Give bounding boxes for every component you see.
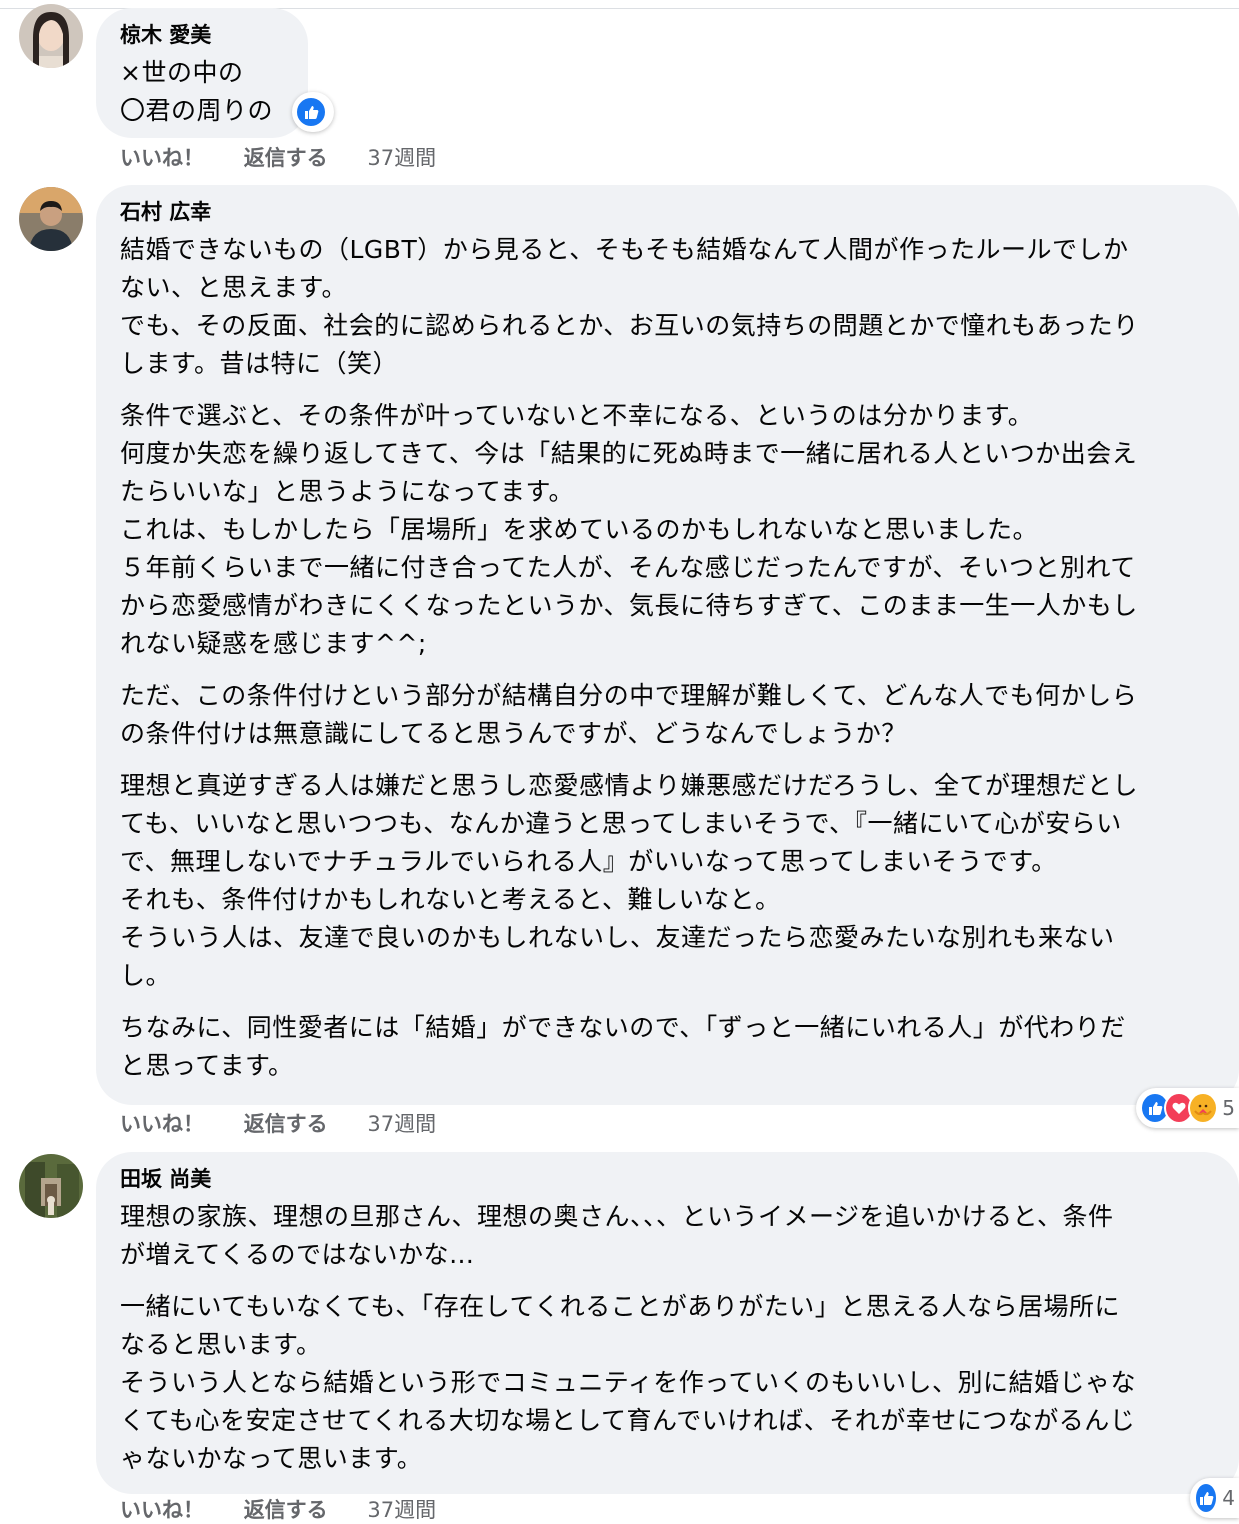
comment-paragraph: 一緒にいてもいなくても、「存在してくれることがありがたい」と思える人なら居場所に… bbox=[120, 1288, 1215, 1478]
comment-line: そういう人は、友達で良いのかもしれないし、友達だったら恋愛みたいな別れも来ない bbox=[120, 923, 1115, 952]
comment-paragraph: ちなみに、同性愛者には「結婚」ができないので、「ずっと一緒にいれる人」が代わりだ… bbox=[120, 1009, 1215, 1085]
timestamp[interactable]: 37週間 bbox=[367, 146, 436, 170]
comment-line: します。昔は特に（笑） bbox=[120, 349, 399, 378]
comment-actions: いいね！ 返信する 37週間 bbox=[120, 1496, 469, 1524]
comment-author[interactable]: 石村 広幸 bbox=[120, 197, 1215, 227]
comment-line: れない疑惑を感じます^^; bbox=[120, 629, 427, 658]
avatar[interactable] bbox=[19, 4, 83, 68]
comment-line: くても心を安定させてくれる大切な場として育んでいければ、それが幸せにつながるんじ bbox=[120, 1406, 1136, 1435]
comment-line: し。 bbox=[120, 961, 172, 990]
reaction-count[interactable]: 5 bbox=[1222, 1096, 1235, 1120]
comment-bubble: 椋木 愛美 ×世の中の 〇君の周りの bbox=[96, 8, 308, 138]
avatar[interactable] bbox=[19, 187, 83, 251]
comment-paragraph: 条件で選ぶと、その条件が叶っていないと不幸になる、というのは分かります。 何度か… bbox=[120, 397, 1215, 663]
comment-line: これは、もしかしたら「居場所」を求めているのかもしれないなと思いました。 bbox=[120, 515, 1039, 544]
reply-link[interactable]: 返信する bbox=[244, 146, 328, 170]
comment-line: ×世の中の bbox=[120, 58, 244, 87]
reaction-summary[interactable]: 4 bbox=[1190, 1478, 1239, 1518]
comment-line: なると思います。 bbox=[120, 1330, 322, 1359]
avatar[interactable] bbox=[19, 1154, 83, 1218]
like-icon bbox=[295, 96, 327, 128]
comment-line: ５年前くらいまで一緒に付き合ってた人が、そんな感じだったんですが、そいつと別れて bbox=[120, 553, 1136, 582]
comment-line: 何度か失恋を繰り返してきて、今は「結果的に死ぬ時まで一緒に居れる人といつか出会え bbox=[120, 439, 1138, 468]
comment-line: 〇君の周りの bbox=[120, 96, 274, 125]
comment-line: ちなみに、同性愛者には「結婚」ができないので、「ずっと一緒にいれる人」が代わりだ bbox=[120, 1013, 1126, 1042]
timestamp[interactable]: 37週間 bbox=[367, 1112, 436, 1136]
comment-line: 条件で選ぶと、その条件が叶っていないと不幸になる、というのは分かります。 bbox=[120, 401, 1034, 430]
comment-bubble: 石村 広幸 結婚できないもの（LGBT）から見ると、そもそも結婚なんて人間が作っ… bbox=[96, 185, 1239, 1105]
comment-line: 一緒にいてもいなくても、「存在してくれることがありがたい」と思える人なら居場所に bbox=[120, 1292, 1121, 1321]
comment-line: 結婚できないもの（LGBT）から見ると、そもそも結婚なんて人間が作ったルールでし… bbox=[120, 235, 1129, 264]
comment-line: たらいいな」と思うようになってます。 bbox=[120, 477, 575, 506]
comment-actions: いいね！ 返信する 37週間 bbox=[120, 144, 469, 172]
comment-line: でも、その反面、社会的に認められるとか、お互いの気持ちの問題とかで憧れもあったり bbox=[120, 311, 1139, 340]
comment-author[interactable]: 椋木 愛美 bbox=[120, 20, 284, 50]
like-link[interactable]: いいね！ bbox=[120, 1112, 204, 1136]
comment-line: ゃないかなって思います。 bbox=[120, 1444, 423, 1473]
comment-line: ただ、この条件付けという部分が結構自分の中で理解が難しくて、どんな人でも何かしら bbox=[120, 681, 1138, 710]
comment-paragraph: 理想と真逆すぎる人は嫌だと思うし恋愛感情より嫌悪感だけだろうし、全てが理想だとし… bbox=[120, 767, 1215, 995]
comment-paragraph: 理想の家族、理想の旦那さん、理想の奥さん、、、というイメージを追いかけると、条件… bbox=[120, 1198, 1215, 1274]
timestamp[interactable]: 37週間 bbox=[367, 1498, 436, 1522]
comment-paragraph: ただ、この条件付けという部分が結構自分の中で理解が難しくて、どんな人でも何かしら… bbox=[120, 677, 1215, 753]
comment-line: ても、いいなと思いつつも、なんか違うと思ってしまいそうで、『一緒にいて心が安らい bbox=[120, 809, 1122, 838]
reply-link[interactable]: 返信する bbox=[244, 1498, 328, 1522]
comment-line: そういう人となら結婚という形でコミュニティを作っていくのもいいし、別に結婚じゃな bbox=[120, 1368, 1137, 1397]
comment-line: で、無理しないでナチュラルでいられる人』がいいなって思ってしまいそうです。 bbox=[120, 847, 1057, 876]
reaction-summary[interactable] bbox=[292, 92, 334, 132]
like-link[interactable]: いいね！ bbox=[120, 146, 204, 170]
reaction-summary[interactable]: 5 bbox=[1136, 1088, 1239, 1128]
comment-line: から恋愛感情がわきにくくなったというか、気長に待ちすぎて、このまま一生一人かもし bbox=[120, 591, 1138, 620]
comment-line: の条件付けは無意識にしてると思うんですが、どうなんでしょうか？ bbox=[120, 719, 907, 748]
comment-actions: いいね！ 返信する 37週間 bbox=[120, 1110, 469, 1138]
comment-line: 理想と真逆すぎる人は嫌だと思うし恋愛感情より嫌悪感だけだろうし、全てが理想だとし bbox=[120, 771, 1139, 800]
reply-link[interactable]: 返信する bbox=[244, 1112, 328, 1136]
comment-line: が増えてくるのではないかな… bbox=[120, 1240, 475, 1269]
comment-line: ない、と思えます。 bbox=[120, 273, 348, 302]
comment-bubble: 田坂 尚美 理想の家族、理想の旦那さん、理想の奥さん、、、というイメージを追いか… bbox=[96, 1152, 1239, 1494]
comment-line: と思ってます。 bbox=[120, 1051, 294, 1080]
comment-line: それも、条件付けかもしれないと考えると、難しいなと。 bbox=[120, 885, 781, 914]
comment-paragraph: ×世の中の 〇君の周りの bbox=[120, 54, 284, 130]
reaction-count[interactable]: 4 bbox=[1222, 1486, 1235, 1510]
comment-line: 理想の家族、理想の旦那さん、理想の奥さん、、、というイメージを追いかけると、条件 bbox=[120, 1202, 1114, 1231]
like-link[interactable]: いいね！ bbox=[120, 1498, 204, 1522]
comment-author[interactable]: 田坂 尚美 bbox=[120, 1164, 1215, 1194]
like-icon bbox=[1194, 1482, 1219, 1514]
care-icon bbox=[1188, 1092, 1219, 1124]
comment-paragraph: 結婚できないもの（LGBT）から見ると、そもそも結婚なんて人間が作ったルールでし… bbox=[120, 231, 1215, 383]
